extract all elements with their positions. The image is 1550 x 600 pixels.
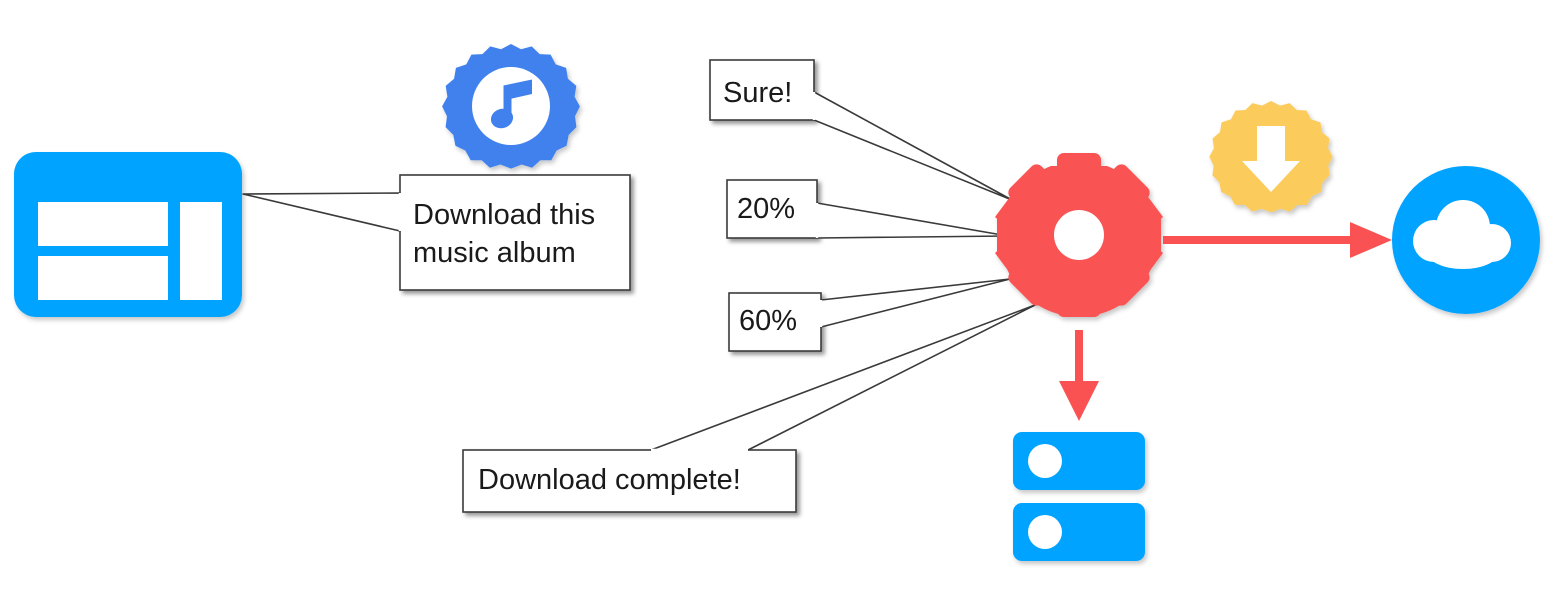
gear-icon (995, 153, 1163, 317)
callout-gear-progress-20[interactable] (726, 179, 1009, 239)
browser-window-icon (14, 152, 242, 317)
music-note-badge-icon (442, 44, 580, 169)
arrow-gear-to-server (1059, 330, 1099, 421)
callout-gear-progress-60[interactable] (728, 278, 1011, 352)
callout-gear-sure[interactable] (709, 59, 1013, 201)
diagram-canvas: Download this music album Sure! 20% 60% D… (0, 0, 1550, 600)
server-rack-icon (1013, 432, 1145, 561)
callout-browser-request[interactable] (242, 174, 631, 291)
download-arrow-badge-icon (1209, 101, 1333, 213)
cloud-icon (1392, 166, 1540, 314)
arrow-gear-to-cloud (1163, 222, 1392, 258)
diagram-vector-layer (14, 44, 1540, 561)
